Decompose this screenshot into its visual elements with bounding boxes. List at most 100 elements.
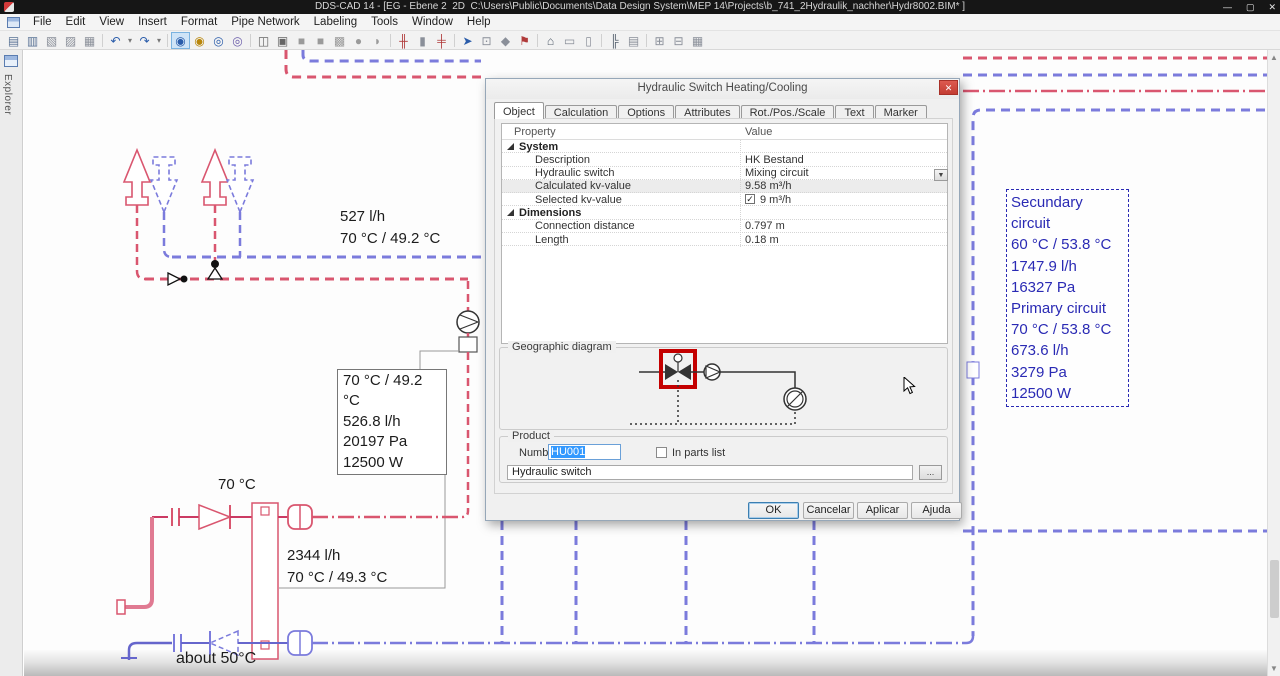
menu-item[interactable]: Help [460,15,498,29]
explorer-panel-icon[interactable] [4,55,18,67]
home-icon[interactable]: ⌂ [541,32,560,49]
scroll-down-arrow[interactable]: ▼ [1268,662,1280,675]
undo-icon[interactable]: ↶ [106,32,125,49]
preview-icon[interactable]: ▦ [80,32,99,49]
dropdown-arrow-icon[interactable]: ▼ [934,169,948,181]
pipe-icon[interactable]: ╠ [605,32,624,49]
print-icon[interactable]: ▨ [61,32,80,49]
zoom-out-icon[interactable]: ◎ [209,32,228,49]
kv-checkbox[interactable]: ✓ [745,194,755,204]
grid-row-hydraulic-switch[interactable]: Hydraulic switch Mixing circuit [502,167,947,180]
zoom-dynamic-icon[interactable]: ◉ [171,32,190,49]
pan-view-icon[interactable]: ■ [292,32,311,49]
vertical-scrollbar[interactable]: ▲ ▼ [1267,50,1280,676]
grid-row-calculated-kv[interactable]: Calculated kv-value 9.58 m³/h [502,180,947,193]
toolbar: ▤▥▧▨▦↶▾↷▾◉◉◎◎◫▣■■▩●◗╫▮╪➤⊡◆⚑⌂▭▯╠▤⊞⊟▦ [0,31,1280,50]
dialog-tabs: ObjectCalculationOptionsAttributesRot./P… [494,102,928,119]
browse-button[interactable]: ... [919,465,942,480]
tab-object[interactable]: Object [494,102,544,119]
cancel-button[interactable]: Cancelar [803,502,854,519]
tab-rot-pos-scale[interactable]: Rot./Pos./Scale [741,105,835,119]
grid-row-selected-kv[interactable]: Selected kv-value ✓ 9 m³/h [502,193,947,206]
tab-options[interactable]: Options [618,105,674,119]
toolbar-icon [102,34,103,47]
circuit-line: 70 °C / 53.8 °C [1011,319,1124,340]
explorer-tab[interactable]: Explorer [2,74,13,115]
column-icon[interactable]: ▯ [579,32,598,49]
menu-item[interactable]: View [92,15,131,29]
paste-icon[interactable]: ▤ [4,32,23,49]
scroll-up-arrow[interactable]: ▲ [1268,51,1280,64]
grid-row-length[interactable]: Length 0.18 m [502,233,947,246]
info-line: 20197 Pa [343,432,441,452]
expand-triangle-icon[interactable] [507,143,514,150]
help-button[interactable]: Ajuda [911,502,962,519]
flow-label-527: 527 l/h [340,208,385,225]
ok-button[interactable]: OK [748,502,799,519]
measure-icon[interactable]: ➤ [458,32,477,49]
menu-item[interactable]: Tools [364,15,405,29]
duct-icon[interactable]: ▤ [624,32,643,49]
menu-item[interactable]: File [26,15,59,29]
tab-marker[interactable]: Marker [875,105,927,119]
zoom-window-icon[interactable]: ◫ [254,32,273,49]
table-icon[interactable]: ▦ [688,32,707,49]
hydraulic-switch-dialog: Hydraulic Switch Heating/Cooling ✕ Objec… [485,78,960,521]
layout-icon[interactable]: ⊞ [650,32,669,49]
image-icon[interactable]: ▭ [560,32,579,49]
grid-row-description[interactable]: Description HK Bestand [502,153,947,166]
redo-icon[interactable]: ↷ [135,32,154,49]
number-input[interactable]: HU001 [548,444,621,460]
temp-label-49-3: 70 °C / 49.3 °C [287,569,387,586]
zoom-extents-icon[interactable]: ▣ [273,32,292,49]
tab-attributes[interactable]: Attributes [675,105,739,119]
maximize-button[interactable]: ▢ [1246,0,1255,14]
apply-button[interactable]: Aplicar [857,502,908,519]
sphere-view-icon[interactable]: ● [349,32,368,49]
toolbar-icon [454,34,455,47]
undo-menu-icon[interactable]: ▾ [125,32,135,49]
grid-row-dimensions[interactable]: Dimensions [502,206,947,219]
sheet-icon[interactable]: ⊟ [669,32,688,49]
menu-item[interactable]: Window [405,15,460,29]
minimize-button[interactable]: — [1223,0,1232,14]
left-dock-panel: Explorer [0,50,23,676]
menu-item[interactable]: Insert [131,15,174,29]
copy-icon[interactable]: ▧ [42,32,61,49]
menu-item[interactable]: Edit [59,15,93,29]
flag-icon[interactable]: ⚑ [515,32,534,49]
product-description-field[interactable]: Hydraulic switch [507,465,913,480]
menu-item[interactable]: Pipe Network [224,15,306,29]
zoom-in-icon[interactable]: ◉ [190,32,209,49]
schematic-diagram [500,348,949,431]
menu-item[interactable]: Labeling [307,15,364,29]
dimension-icon[interactable]: ╫ [394,32,413,49]
note-icon[interactable]: ⊡ [477,32,496,49]
in-parts-list-label: In parts list [672,447,725,459]
scroll-thumb[interactable] [1270,560,1279,618]
view-3d-icon[interactable]: ▩ [330,32,349,49]
grid-row-system[interactable]: System [502,140,947,153]
grid-line-icon[interactable]: ╪ [432,32,451,49]
menu-item[interactable]: Format [174,15,224,29]
title-bar: DDS-CAD 14 - [EG - Ebene 2 2D C:\Users\P… [0,0,1280,14]
view-2d-icon[interactable]: ■ [311,32,330,49]
tab-text[interactable]: Text [835,105,873,119]
expand-triangle-icon[interactable] [507,209,514,216]
in-parts-list-checkbox[interactable] [656,447,667,458]
geographic-diagram-label: Geographic diagram [508,341,616,353]
toolbar-icon [167,34,168,47]
grid-row-connection-distance[interactable]: Connection distance 0.797 m [502,220,947,233]
redo-menu-icon[interactable]: ▾ [154,32,164,49]
wall-icon[interactable]: ▮ [413,32,432,49]
shaded-view-icon[interactable]: ◗ [368,32,387,49]
toolbar-icon [250,34,251,47]
close-window-button[interactable]: ✕ [1268,0,1276,14]
dialog-close-button[interactable]: ✕ [939,80,958,95]
about-50-label: about 50°C [176,650,256,668]
component-icon[interactable]: ◆ [496,32,515,49]
geographic-diagram-group: Geographic diagram [499,347,948,430]
zoom-previous-icon[interactable]: ◎ [228,32,247,49]
tab-calculation[interactable]: Calculation [545,105,617,119]
save-icon[interactable]: ▥ [23,32,42,49]
